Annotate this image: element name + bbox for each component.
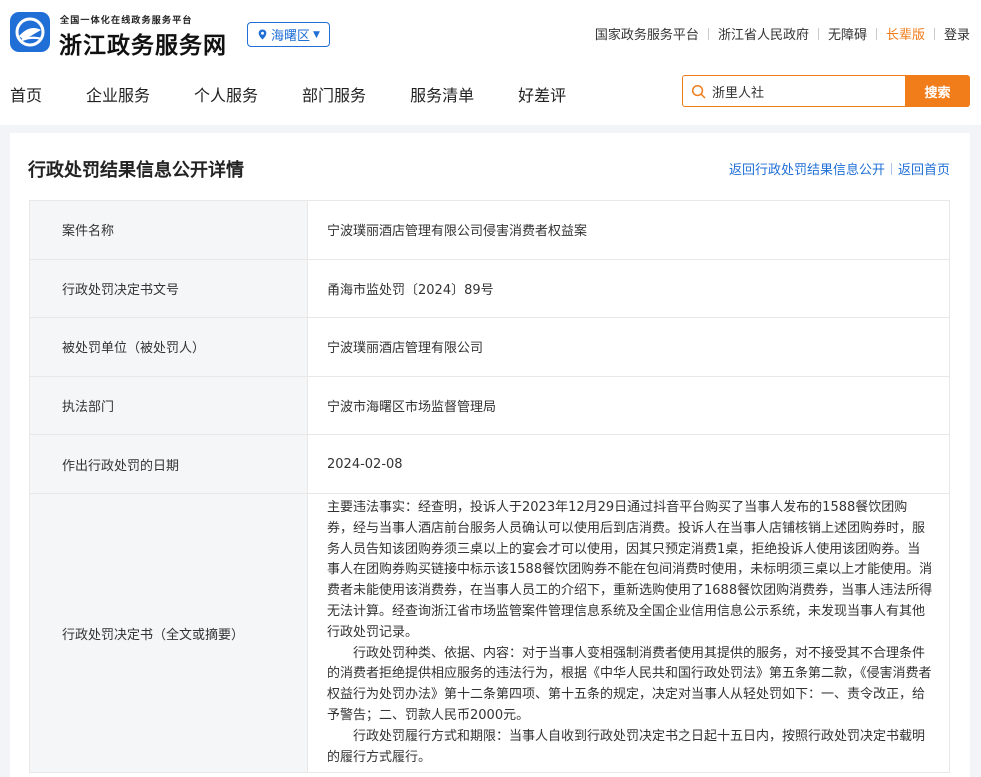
link-provincial-government[interactable]: 浙江省人民政府 bbox=[718, 24, 809, 43]
top-links: 国家政务服务平台 浙江省人民政府 无障碍 长辈版 登录 bbox=[595, 24, 970, 43]
row-value: 宁波市海曙区市场监督管理局 bbox=[307, 375, 950, 436]
detail-table: 案件名称 宁波璞丽酒店管理有限公司侵害消费者权益案 行政处罚决定书文号 甬海市监… bbox=[29, 200, 950, 774]
table-row: 执法部门 宁波市海曙区市场监督管理局 bbox=[29, 375, 950, 436]
row-value: 宁波璞丽酒店管理有限公司 bbox=[307, 317, 950, 377]
site-header: 全国一体化在线政务服务平台 浙江政务服务网 海曙区 ▼ 国家政务服务平台 浙江省… bbox=[0, 0, 981, 125]
nav-item-personal[interactable]: 个人服务 bbox=[194, 82, 258, 106]
back-to-home-link[interactable]: 返回首页 bbox=[898, 159, 950, 178]
decision-paragraph: 行政处罚履行方式和期限：当事人自收到行政处罚决定书之日起十五日内，按照行政处罚决… bbox=[327, 728, 926, 765]
nav-item-home[interactable]: 首页 bbox=[10, 82, 42, 106]
row-value: 2024-02-08 bbox=[307, 434, 950, 494]
nav-item-rating[interactable]: 好差评 bbox=[518, 82, 566, 106]
nav-item-service-list[interactable]: 服务清单 bbox=[410, 82, 474, 106]
region-selector[interactable]: 海曙区 ▼ bbox=[247, 22, 330, 47]
detail-panel: 行政处罚结果信息公开详情 返回行政处罚结果信息公开 返回首页 案件名称 宁波璞丽… bbox=[10, 133, 970, 777]
page-title: 行政处罚结果信息公开详情 bbox=[28, 160, 244, 181]
link-national-platform[interactable]: 国家政务服务平台 bbox=[595, 24, 699, 43]
zhejiang-logo-icon[interactable] bbox=[10, 12, 50, 52]
row-label: 作出行政处罚的日期 bbox=[29, 434, 308, 494]
divider bbox=[817, 27, 819, 40]
row-label: 行政处罚决定书（全文或摘要） bbox=[29, 492, 308, 774]
nav-item-department[interactable]: 部门服务 bbox=[302, 82, 366, 106]
decision-paragraph: 行政处罚种类、依据、内容：对于当事人变相强制消费者使用其提供的服务，对不接受其不… bbox=[327, 645, 932, 723]
chevron-down-icon: ▼ bbox=[313, 29, 320, 40]
search-bar: 搜索 bbox=[682, 75, 970, 107]
divider bbox=[890, 162, 892, 175]
table-row: 案件名称 宁波璞丽酒店管理有限公司侵害消费者权益案 bbox=[29, 200, 950, 260]
back-to-list-link[interactable]: 返回行政处罚结果信息公开 bbox=[729, 159, 885, 178]
divider bbox=[875, 27, 877, 40]
region-label: 海曙区 bbox=[271, 29, 311, 44]
main-nav: 首页 企业服务 个人服务 部门服务 服务清单 好差评 bbox=[10, 82, 610, 106]
row-label: 案件名称 bbox=[29, 200, 308, 260]
table-row: 行政处罚决定书文号 甬海市监处罚〔2024〕89号 bbox=[29, 258, 950, 319]
table-row: 被处罚单位（被处罚人） 宁波璞丽酒店管理有限公司 bbox=[29, 317, 950, 377]
brand-title[interactable]: 浙江政务服务网 bbox=[59, 26, 227, 60]
divider bbox=[933, 27, 935, 40]
decision-text: 主要违法事实：经查明，投诉人于2023年12月29日通过抖音平台购买了当事人发布… bbox=[307, 492, 950, 774]
search-input[interactable] bbox=[712, 83, 892, 99]
nav-item-enterprise[interactable]: 企业服务 bbox=[86, 82, 150, 106]
row-label: 行政处罚决定书文号 bbox=[29, 258, 308, 319]
location-pin-icon bbox=[258, 29, 267, 40]
table-row: 行政处罚决定书（全文或摘要） 主要违法事实：经查明，投诉人于2023年12月29… bbox=[29, 492, 950, 774]
decision-paragraph: 主要违法事实：经查明，投诉人于2023年12月29日通过抖音平台购买了当事人发布… bbox=[327, 499, 933, 640]
row-label: 执法部门 bbox=[29, 375, 308, 436]
search-button[interactable]: 搜索 bbox=[905, 75, 970, 107]
row-label: 被处罚单位（被处罚人） bbox=[29, 317, 308, 377]
table-row: 作出行政处罚的日期 2024-02-08 bbox=[29, 434, 950, 494]
link-login[interactable]: 登录 bbox=[944, 24, 970, 43]
search-box[interactable] bbox=[682, 75, 905, 107]
brand-subtitle: 全国一体化在线政务服务平台 bbox=[60, 16, 193, 26]
row-value: 甬海市监处罚〔2024〕89号 bbox=[307, 258, 950, 319]
search-icon bbox=[691, 84, 706, 98]
row-value: 宁波璞丽酒店管理有限公司侵害消费者权益案 bbox=[307, 200, 950, 260]
link-elder-mode[interactable]: 长辈版 bbox=[886, 24, 925, 43]
breadcrumb: 返回行政处罚结果信息公开 返回首页 bbox=[729, 159, 950, 178]
divider bbox=[707, 27, 709, 40]
link-accessibility[interactable]: 无障碍 bbox=[828, 24, 867, 43]
